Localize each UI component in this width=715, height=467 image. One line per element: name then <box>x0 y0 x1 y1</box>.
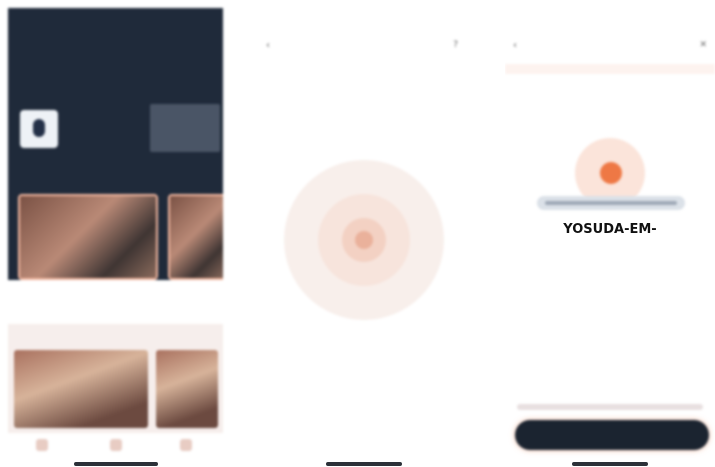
avatar <box>20 110 58 148</box>
header-divider <box>505 64 715 74</box>
card-image <box>170 196 223 278</box>
radar-center <box>355 231 373 249</box>
back-icon[interactable]: ‹ <box>266 40 270 51</box>
device-found-panel: ‹ ✕ YOSUDA-EM- <box>505 8 715 459</box>
footer-note <box>517 404 703 410</box>
back-icon[interactable]: ‹ <box>513 40 517 51</box>
device-icon[interactable] <box>600 162 622 184</box>
home-icon[interactable] <box>36 439 48 451</box>
card-image <box>20 196 156 278</box>
featured-card[interactable] <box>18 194 158 280</box>
card-caption-strip <box>8 280 223 324</box>
photo-image <box>14 350 148 428</box>
device-name[interactable]: YOSUDA-EM- <box>505 222 715 237</box>
featured-card[interactable] <box>168 194 223 280</box>
photo-card[interactable] <box>14 350 148 428</box>
status-bar <box>505 8 715 30</box>
header-bar: ‹ ✕ <box>505 38 715 58</box>
photo-image <box>156 350 218 428</box>
connect-button[interactable] <box>515 420 709 450</box>
help-icon[interactable]: ? <box>453 40 458 50</box>
radar-animation <box>284 160 444 320</box>
status-bar <box>250 8 470 30</box>
status-bar <box>8 8 223 30</box>
photo-card[interactable] <box>156 350 218 428</box>
close-icon[interactable]: ✕ <box>699 40 707 50</box>
home-indicator <box>326 462 402 466</box>
home-indicator <box>572 462 648 466</box>
header-bar: ‹ ? <box>250 38 470 58</box>
profile-icon[interactable] <box>180 439 192 451</box>
profile-thumbnail <box>150 104 220 152</box>
app-home-panel <box>8 8 223 459</box>
top-nav <box>8 36 223 76</box>
device-label-pill <box>537 196 685 210</box>
searching-panel: ‹ ? <box>250 8 470 459</box>
device-icon[interactable] <box>110 439 122 451</box>
home-indicator <box>74 462 158 466</box>
bottom-nav <box>8 433 223 459</box>
user-icon <box>33 119 45 137</box>
device-label-line <box>545 201 677 205</box>
profile-card[interactable] <box>20 104 220 152</box>
